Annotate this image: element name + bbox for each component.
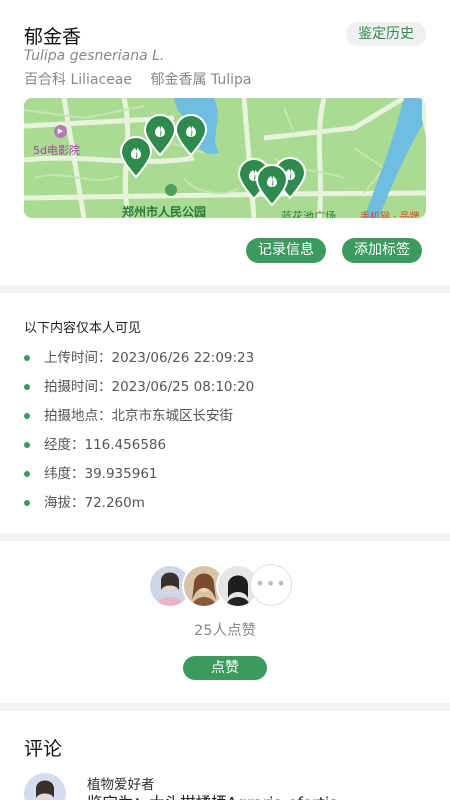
park-icon	[165, 184, 177, 196]
info-item-altitude: 海拔：72.260m	[24, 492, 254, 521]
map-label-cinema: 5d电影院	[33, 144, 80, 157]
record-info-button[interactable]: 记录信息	[246, 238, 326, 263]
taxonomy: 百合科 Liliaceae 郁金香属 Tulipa	[24, 69, 251, 89]
info-item-latitude: 纬度：39.935961	[24, 463, 254, 492]
bullet-dot-icon	[24, 500, 30, 506]
private-info-card: 以下内容仅本人可见 上传时间：2023/06/26 22:09:23 拍摄时间：…	[0, 293, 450, 533]
comments-title: 评论	[24, 738, 63, 760]
like-button[interactable]: 点赞	[183, 656, 267, 680]
liker-avatars[interactable]: •••	[148, 564, 298, 610]
bullet-dot-icon	[24, 471, 30, 477]
private-info-list: 上传时间：2023/06/26 22:09:23 拍摄时间：2023/06/25…	[24, 347, 254, 521]
cinema-icon: ▶	[54, 125, 67, 138]
genus-name: 郁金香属 Tulipa	[150, 72, 252, 88]
bullet-dot-icon	[24, 384, 30, 390]
more-likers-icon[interactable]: •••	[250, 564, 292, 606]
bullet-dot-icon	[24, 413, 30, 419]
info-item-upload-time: 上传时间：2023/06/26 22:09:23	[24, 347, 254, 376]
location-map[interactable]: ▶ 5d电影院 郑州市人民公园 蓝花池广场 手机网 · 品牌	[24, 98, 426, 218]
info-item-shoot-time: 拍摄时间：2023/06/25 08:10:20	[24, 376, 254, 405]
plant-header-card: 郁金香 鉴定历史 Tulipa gesneriana L. 百合科 Liliac…	[0, 0, 450, 285]
location-pin-icon[interactable]	[174, 114, 208, 156]
map-label-park: 郑州市人民公园	[122, 205, 207, 218]
map-label-shop: 手机网 · 品牌	[360, 212, 420, 218]
map-roads	[24, 98, 426, 218]
bullet-dot-icon	[24, 355, 30, 361]
location-pin-icon[interactable]	[119, 136, 153, 178]
identification-history-button[interactable]: 鉴定历史	[346, 22, 426, 46]
comment-username[interactable]: 植物爱好者	[87, 773, 155, 793]
info-item-location: 拍摄地点：北京市东城区长安街	[24, 405, 254, 434]
map-label-road: 蓝花池广场	[281, 210, 336, 218]
comment-text: 鉴定为：大头柑橘栖Agraria efortis	[87, 791, 337, 800]
add-tag-button[interactable]: 添加标签	[342, 238, 422, 263]
family-name: 百合科 Liliaceae	[24, 72, 133, 88]
latin-name: Tulipa gesneriana L.	[24, 48, 165, 64]
avatar[interactable]	[24, 773, 66, 800]
bullet-dot-icon	[24, 442, 30, 448]
likes-card: ••• 25人点赞 点赞	[0, 541, 450, 703]
plant-name: 郁金香	[24, 26, 82, 48]
private-info-title: 以下内容仅本人可见	[24, 321, 142, 336]
location-pin-icon[interactable]	[255, 164, 289, 206]
like-count: 25人点赞	[194, 623, 256, 639]
comments-card: 评论 植物爱好者 鉴定为：大头柑橘栖Agraria efortis	[0, 711, 450, 800]
info-item-longitude: 经度：116.456586	[24, 434, 254, 463]
